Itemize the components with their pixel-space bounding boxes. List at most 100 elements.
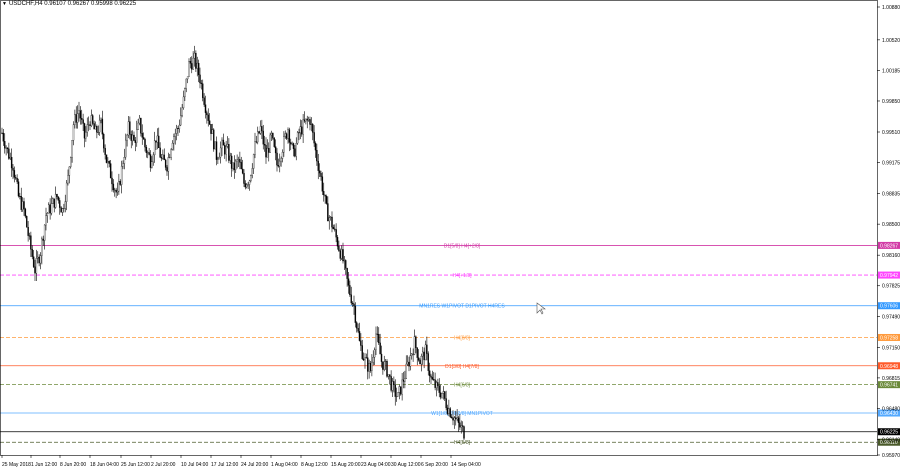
price-chart[interactable]: D1[5/8] H4[+2/8] 0.98267 H4[+1/8] 0.97942 MN…: [0, 0, 900, 470]
x-tick-label: 1 Aug 04:00: [271, 462, 298, 468]
candle-body: [136, 129, 138, 143]
y-tick-label: 0.99850: [882, 99, 900, 105]
candle-body: [437, 382, 439, 386]
candle-body: [171, 142, 174, 150]
candle-body: [111, 177, 113, 185]
candle-body: [413, 336, 416, 355]
candle-body: [57, 196, 60, 201]
candle-body: [144, 139, 146, 148]
candle-body: [35, 258, 38, 274]
candle-body: [56, 194, 58, 198]
candle-body: [23, 201, 25, 210]
candle-body: [200, 82, 203, 84]
candle-body: [350, 294, 352, 304]
candle-body: [177, 127, 179, 130]
x-tick-label: 10 Jul 04:00: [181, 462, 208, 468]
candle-body: [263, 144, 266, 146]
candle-body: [54, 194, 57, 208]
candle-body: [372, 357, 374, 363]
candle-body: [192, 57, 194, 70]
candle-body: [343, 260, 346, 262]
candle-body: [391, 381, 394, 391]
candle-body: [404, 378, 406, 382]
candle-body: [188, 61, 190, 77]
candle-body: [6, 147, 9, 150]
candle-body: [46, 213, 49, 216]
y-tick-label: 0.99175: [882, 161, 900, 167]
candle-body: [353, 303, 355, 307]
candle-body: [24, 208, 27, 217]
candle-body: [158, 135, 160, 149]
candle-body: [316, 150, 318, 162]
candle-body: [151, 161, 153, 168]
candle-body: [195, 52, 197, 69]
price-badge-label: 0.96741: [880, 383, 898, 389]
candle-body: [133, 134, 135, 141]
candle-body: [71, 140, 73, 158]
candle-body: [89, 124, 91, 126]
candle-body: [5, 147, 7, 149]
candle-body: [86, 124, 88, 133]
candle-body: [463, 426, 465, 439]
candle-body: [118, 180, 120, 192]
candle-body: [122, 163, 124, 167]
candle-body: [324, 194, 326, 197]
candle-body: [345, 260, 347, 269]
candle-body: [284, 133, 286, 137]
level-label: H4[5/8]: [454, 440, 471, 446]
candle-body: [323, 191, 325, 196]
level-label: W1[1/8] D1[2/8] MN1PIVOT: [431, 411, 493, 417]
candle-body: [230, 155, 233, 169]
candle-body: [17, 181, 20, 197]
candle-body: [104, 147, 106, 155]
candle-body: [193, 52, 196, 59]
candle-body: [10, 156, 13, 169]
candle-body: [438, 385, 440, 393]
candle-body: [2, 132, 5, 142]
candle-body: [310, 124, 313, 125]
candle-body: [233, 162, 236, 170]
candle-body: [167, 157, 170, 172]
candle-body: [272, 133, 274, 139]
candle-body: [420, 355, 423, 365]
candle-body: [31, 249, 33, 257]
candle-body: [457, 417, 460, 423]
candle-body: [254, 141, 256, 155]
candle-body: [160, 157, 163, 159]
candle-body: [444, 391, 446, 399]
x-tick-label: 25 May 2018: [2, 462, 31, 468]
candle-body: [356, 322, 358, 329]
level-label: MN1RES W1PIVOT D1PIVOT H4RES: [419, 304, 505, 310]
candle-body: [459, 422, 461, 428]
candle-body: [309, 119, 311, 125]
candle-body: [426, 344, 428, 354]
candle-body: [243, 173, 245, 184]
candle-body: [251, 168, 253, 176]
candle-body: [163, 154, 165, 161]
candle-body: [305, 118, 307, 122]
candle-body: [228, 144, 230, 161]
candle-body: [435, 382, 438, 388]
candle-body: [59, 200, 61, 208]
candles-layer: [1, 45, 465, 441]
candle-body: [247, 184, 249, 186]
y-tick-label: 0.98500: [882, 222, 900, 228]
candle-body: [1, 132, 3, 134]
candle-body: [306, 118, 308, 121]
candle-body: [376, 333, 379, 335]
candle-body: [434, 379, 436, 388]
candle-body: [145, 146, 148, 153]
candle-body: [68, 166, 71, 176]
candle-body: [274, 146, 277, 154]
candle-body: [327, 203, 329, 222]
candle-body: [119, 180, 121, 185]
candle-body: [312, 124, 314, 133]
candle-body: [365, 357, 368, 359]
candle-body: [126, 134, 128, 141]
candle-body: [262, 130, 264, 145]
candle-body: [81, 118, 83, 120]
candle-body: [45, 215, 47, 226]
price-badge-label: 0.97258: [880, 335, 898, 341]
price-badge-label: 0.97942: [880, 273, 898, 279]
candle-body: [357, 328, 359, 332]
